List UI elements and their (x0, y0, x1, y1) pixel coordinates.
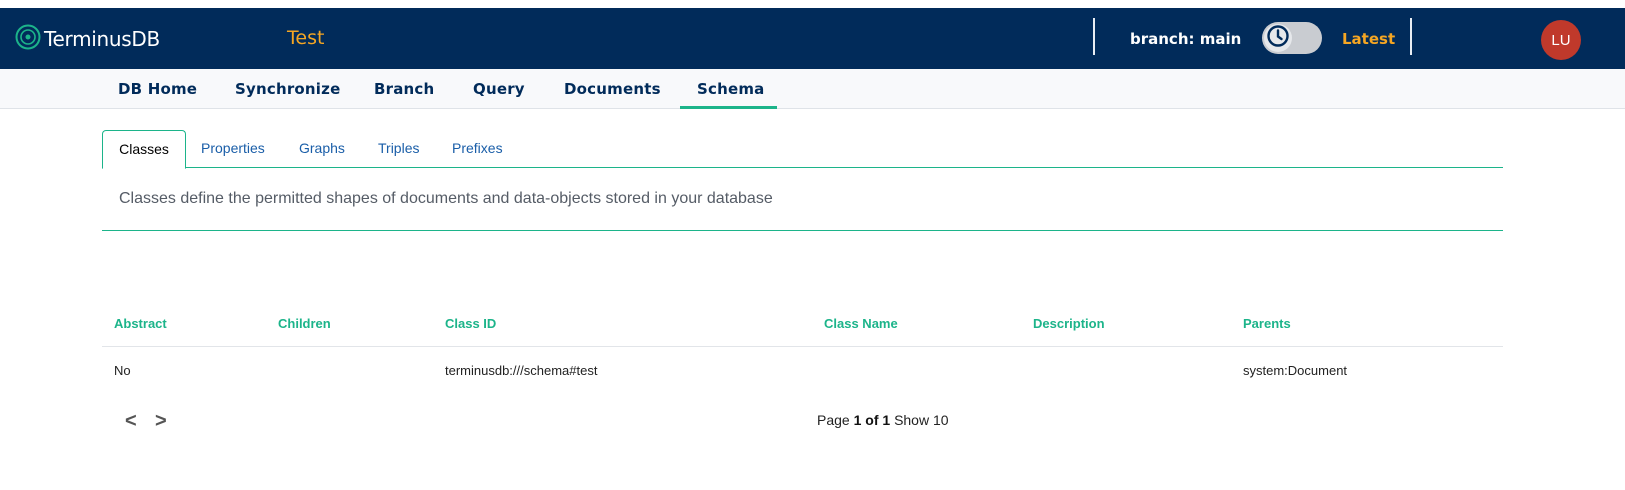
subnav-item-db-home[interactable]: DB Home (118, 69, 197, 109)
database-title: Test (287, 27, 325, 49)
page-info: Page 1 of 1 Show 10 (817, 412, 949, 428)
clock-icon (1266, 24, 1290, 53)
tab-graphs[interactable]: Graphs (299, 130, 345, 168)
table-header: Abstract Children Class ID Class Name De… (102, 313, 1503, 347)
tab-properties[interactable]: Properties (201, 130, 265, 168)
logo[interactable]: TerminusDB (14, 23, 160, 55)
toggle-knob (1264, 24, 1292, 52)
cell-class-id: terminusdb:///schema#test (445, 363, 598, 378)
tab-triples[interactable]: Triples (378, 130, 420, 168)
subnav-item-schema[interactable]: Schema (697, 69, 765, 109)
column-header-children[interactable]: Children (278, 316, 331, 331)
page-count: 1 of 1 (853, 412, 891, 428)
terminusdb-logo-icon (14, 23, 42, 56)
classes-description: Classes define the permitted shapes of d… (119, 190, 773, 207)
cell-abstract: No (114, 363, 131, 378)
branch-selector[interactable]: branch: main (1130, 30, 1241, 48)
page-word: Page (817, 412, 850, 428)
logo-text: TerminusDB (44, 27, 160, 51)
page-size-selector[interactable]: Show 10 (894, 412, 948, 428)
divider (102, 230, 1503, 231)
time-travel-toggle[interactable] (1262, 22, 1322, 54)
avatar[interactable]: LU (1541, 20, 1581, 60)
subnav-item-query[interactable]: Query (473, 69, 525, 109)
divider (1093, 18, 1095, 55)
table-row[interactable]: No terminusdb:///schema#test system:Docu… (102, 360, 1503, 382)
next-page-button[interactable]: > (155, 410, 167, 433)
latest-commit-label[interactable]: Latest (1342, 30, 1395, 48)
database-subnav: DB Home Synchronize Branch Query Documen… (0, 69, 1625, 109)
previous-page-button[interactable]: < (125, 410, 137, 433)
subnav-item-documents[interactable]: Documents (564, 69, 661, 109)
column-header-description[interactable]: Description (1033, 316, 1105, 331)
subnav-item-branch[interactable]: Branch (374, 69, 434, 109)
subnav-item-synchronize[interactable]: Synchronize (235, 69, 340, 109)
column-header-parents[interactable]: Parents (1243, 316, 1291, 331)
column-header-class-name[interactable]: Class Name (824, 316, 898, 331)
cell-parents: system:Document (1243, 363, 1348, 378)
schema-tabs: Classes Properties Graphs Triples Prefix… (102, 130, 1503, 169)
top-navbar: TerminusDB Test branch: main Latest LU (0, 8, 1625, 69)
active-tab-indicator (680, 106, 777, 109)
column-header-abstract[interactable]: Abstract (114, 316, 167, 331)
column-header-class-id[interactable]: Class ID (445, 316, 496, 331)
divider (1410, 18, 1412, 55)
tab-classes[interactable]: Classes (102, 130, 186, 169)
tab-prefixes[interactable]: Prefixes (452, 130, 503, 168)
